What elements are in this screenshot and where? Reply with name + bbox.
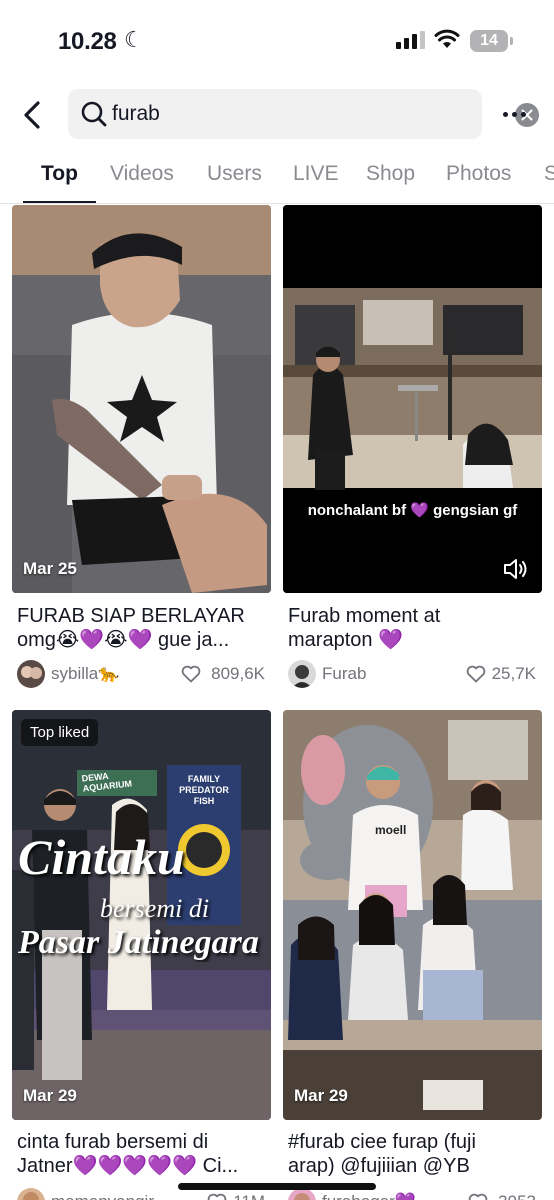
heart-icon (207, 1193, 227, 1200)
tab-top[interactable]: Top (41, 162, 78, 186)
tab-shop[interactable]: Shop (366, 162, 415, 186)
like-count: 809,6K (211, 664, 265, 683)
battery-tip (510, 37, 513, 45)
shirt-print-text: moell (375, 823, 407, 837)
thumbnail-image (283, 205, 542, 593)
video-thumbnail[interactable]: Mar 25 (12, 205, 271, 593)
top-liked-badge: Top liked (21, 719, 99, 746)
avatar[interactable] (17, 660, 45, 688)
search-tabs: Top Videos Users LIVE Shop Photos S (0, 150, 554, 204)
caption-line: Furab moment at (288, 605, 441, 627)
caption-line: FURAB SIAP BERLAYAR (17, 605, 245, 627)
video-date: Mar 25 (23, 559, 77, 578)
thumbnail-image (12, 205, 271, 593)
video-caption[interactable]: cinta furab bersemi di Jatner💜💜💜💜💜 Ci... (17, 1130, 269, 1178)
video-thumbnail[interactable]: nonchalant bf 💜 gengsian gf (283, 205, 542, 593)
heart-icon (181, 665, 201, 683)
caption-line: cinta furab bersemi di (17, 1131, 209, 1153)
video-thumbnail[interactable]: Top liked DEWA AQUARIUM FAMILY PREDATOR … (12, 710, 271, 1120)
search-bar[interactable] (68, 89, 539, 139)
username[interactable]: furaboger💜 (322, 1192, 416, 1200)
video-meta: sybilla🐆 809,6K (17, 658, 269, 688)
heart-icon (468, 1193, 488, 1200)
tab-overflow[interactable]: S (544, 162, 554, 186)
video-date: Mar 29 (23, 1086, 77, 1105)
search-input[interactable] (112, 97, 432, 131)
overlay-title: bersemi di (100, 894, 210, 923)
tab-live[interactable]: LIVE (293, 162, 339, 186)
thumbnail-image (283, 710, 542, 1120)
video-thumbnail[interactable]: moell Mar 29 (283, 710, 542, 1120)
caption-line: Jatner💜💜💜💜💜 Ci... (17, 1155, 239, 1177)
video-caption[interactable]: Furab moment at marapton 💜 (288, 604, 540, 652)
search-header (0, 86, 554, 142)
back-button[interactable] (18, 98, 48, 132)
home-indicator[interactable] (178, 1183, 376, 1190)
status-bar: 10.28 ☾ 14 (0, 0, 554, 84)
wifi-icon (434, 29, 460, 48)
video-caption[interactable]: FURAB SIAP BERLAYAR omg😭💜😭💜 gue ja... (17, 604, 269, 652)
search-icon (81, 101, 107, 127)
username[interactable]: sybilla🐆 (51, 664, 119, 684)
more-options-button[interactable] (500, 102, 530, 126)
sound-on-icon[interactable] (503, 557, 529, 581)
video-meta: Furab 25,7K (288, 658, 540, 688)
focus-moon-icon: ☾ (124, 27, 144, 52)
username[interactable]: memenyangir (51, 1192, 154, 1200)
overlay-title: Cintaku (18, 829, 185, 885)
heart-icon (466, 665, 486, 683)
chevron-left-icon (24, 101, 40, 129)
caption-line: marapton 💜 (288, 629, 403, 651)
video-caption[interactable]: #furab ciee furap (fuji arap) @fujiiian … (288, 1130, 540, 1178)
tab-photos[interactable]: Photos (446, 162, 511, 186)
status-time: 10.28 (58, 28, 117, 55)
username[interactable]: Furab (322, 664, 366, 684)
caption-line: arap) @fujiiian @YB (288, 1155, 470, 1177)
caption-line: #furab ciee furap (fuji (288, 1131, 476, 1153)
overlay-title: Pasar Jatinegara (18, 924, 259, 961)
video-date: Mar 29 (294, 1086, 348, 1105)
like-count: 25,7K (491, 664, 536, 683)
video-overlay-text: nonchalant bf 💜 gengsian gf (307, 502, 518, 519)
like-count: 3953 (498, 1192, 536, 1200)
tab-videos[interactable]: Videos (110, 162, 174, 186)
avatar[interactable] (288, 660, 316, 688)
battery-indicator: 14 (470, 30, 508, 52)
caption-line: omg😭💜😭💜 gue ja... (17, 629, 230, 651)
cellular-signal-icon (396, 31, 426, 49)
active-tab-indicator (23, 201, 96, 203)
tab-users[interactable]: Users (207, 162, 262, 186)
avatar[interactable] (17, 1188, 45, 1200)
shop-sign-text: FAMILY PREDATOR FISH (179, 774, 229, 806)
like-count: 11M (233, 1192, 265, 1200)
